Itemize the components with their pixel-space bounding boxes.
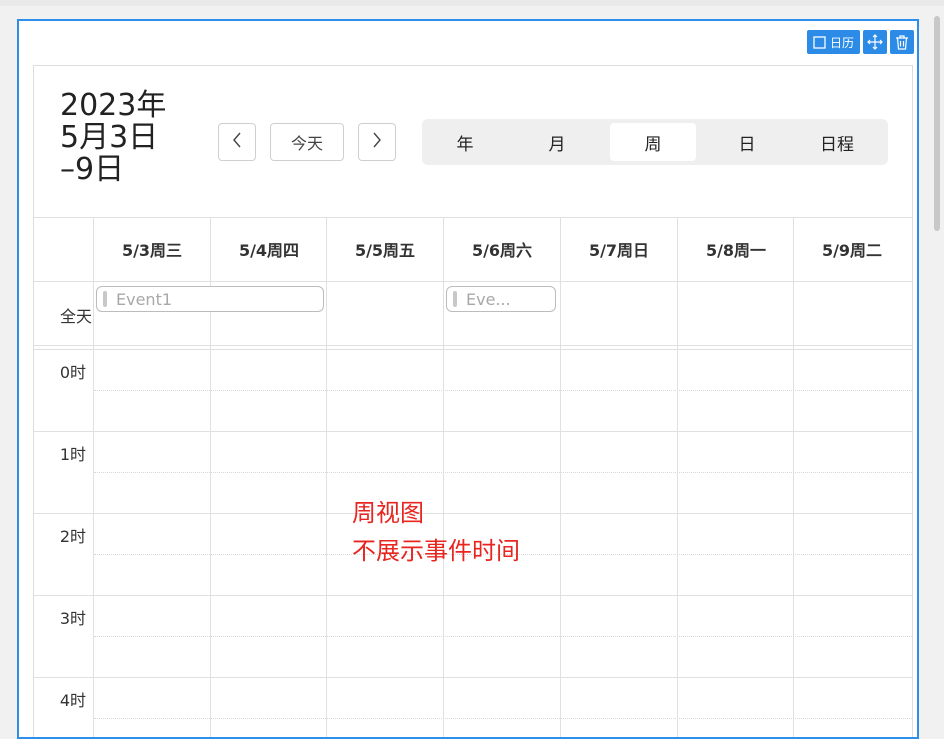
event-color-bar [453,291,457,307]
grid-line [34,345,912,346]
calendar: 2023年 5月3日 –9日 今天 年 月 周 日 日程 5/3周三 5/4周四… [33,65,913,737]
grid-line [326,217,327,737]
view-agenda[interactable]: 日程 [794,123,880,161]
calendar-type-label: 日历 [829,35,854,50]
next-button[interactable] [358,123,396,161]
hour-label: 4时 [59,691,86,710]
all-day-event[interactable]: Event1 [96,286,324,312]
event-title: Eve... [466,289,511,309]
event-color-bar [103,291,107,307]
annotation-line: 不展示事件时间 [352,537,520,565]
move-icon [867,34,883,50]
view-day[interactable]: 日 [704,123,790,161]
day-header[interactable]: 5/4周四 [211,217,327,281]
calendar-widget: 日历 2023年 5月3日 –9日 今天 年 月 周 日 日程 5/3周三 5/… [17,19,919,739]
grid-line [93,217,94,737]
view-year[interactable]: 年 [422,123,508,161]
day-header[interactable]: 5/7周日 [561,217,677,281]
date-range-title: 2023年 5月3日 –9日 [60,88,167,187]
all-day-event[interactable]: Eve... [446,286,556,312]
half-hour-line [94,636,912,637]
event-title: Event1 [116,289,173,309]
day-header[interactable]: 5/8周一 [678,217,794,281]
calendar-type-button[interactable]: 日历 [806,30,860,54]
page-scrollbar[interactable] [934,16,940,231]
widget-toolbar: 日历 [806,30,914,54]
half-hour-line [94,390,912,391]
annotation-line: 周视图 [352,499,424,527]
grid-line [34,281,912,282]
delete-button[interactable] [890,30,914,54]
hour-label: 3时 [59,609,86,628]
view-week[interactable]: 周 [610,123,696,161]
hour-line [34,595,912,596]
today-button[interactable]: 今天 [270,123,344,161]
day-header[interactable]: 5/6周六 [444,217,560,281]
top-bar [0,0,944,6]
grid-line [560,217,561,737]
all-day-label: 全天 [59,307,92,326]
day-header[interactable]: 5/9周二 [794,217,910,281]
hour-label: 1时 [59,445,86,464]
grid-line [677,217,678,737]
grid-line [793,217,794,737]
hour-label: 0时 [59,363,86,382]
view-month[interactable]: 月 [514,123,600,161]
prev-button[interactable] [218,123,256,161]
trash-icon [895,34,909,50]
day-header[interactable]: 5/3周三 [94,217,210,281]
grid-line [34,349,912,350]
day-header[interactable]: 5/5周五 [327,217,443,281]
chevron-right-icon [372,132,382,152]
hour-label: 2时 [59,527,86,546]
calendar-icon [813,35,826,49]
annotation-note: 周视图 不展示事件时间 [352,494,520,570]
hour-line [34,431,912,432]
date-navigation: 今天 [218,123,396,161]
grid-line [443,217,444,737]
move-button[interactable] [863,30,887,54]
hour-line [34,677,912,678]
half-hour-line [94,472,912,473]
view-switcher: 年 月 周 日 日程 [422,119,888,165]
half-hour-line [94,718,912,719]
chevron-left-icon [232,132,242,152]
